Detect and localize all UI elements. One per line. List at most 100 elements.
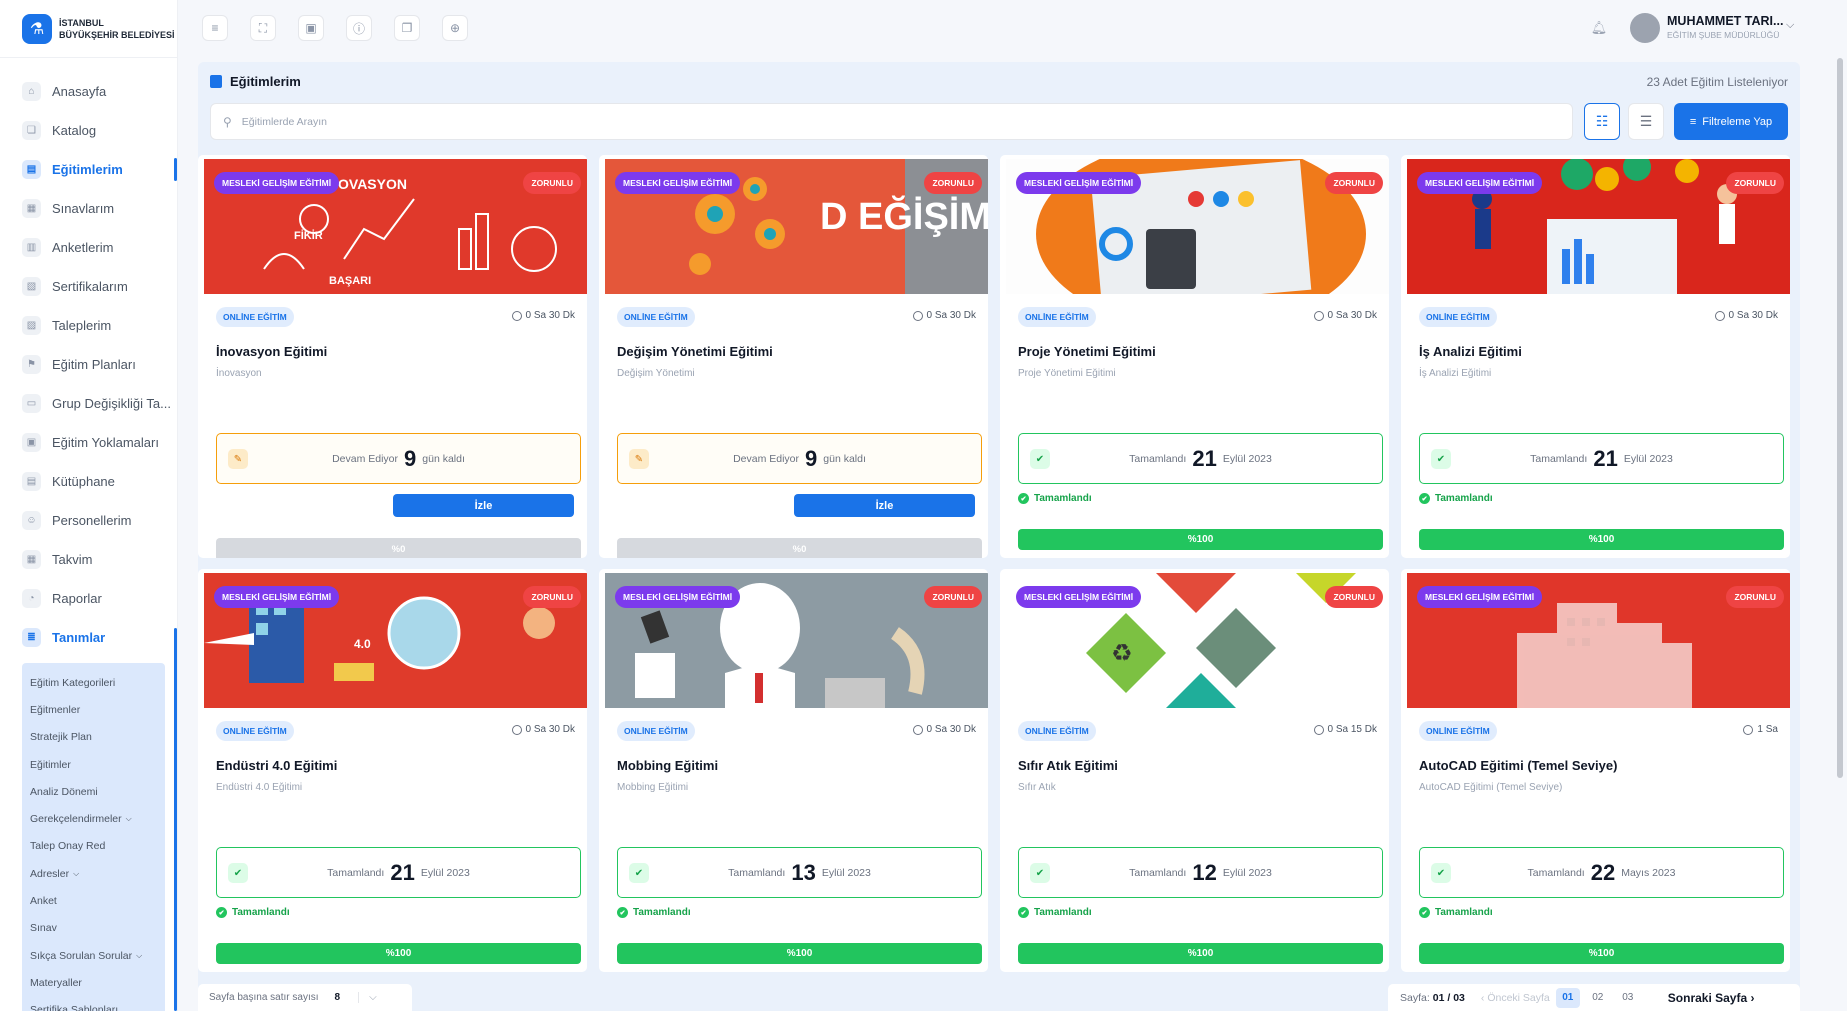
submenu-item-label: Eğitim Kategorileri (30, 676, 116, 689)
svg-text:♻: ♻ (1111, 639, 1133, 667)
page-button-3[interactable]: 03 (1616, 988, 1640, 1008)
sidebar-item-12[interactable]: ☺ Personellerim (0, 501, 177, 540)
submenu-item[interactable]: Eğitimler (30, 751, 165, 778)
copy-icon[interactable]: ❐ (394, 15, 420, 41)
training-subtitle: İnovasyon (216, 368, 262, 379)
submenu-item[interactable]: Analiz Dönemi (30, 778, 165, 805)
training-card[interactable]: İNOVASYON BAŞARI FİKİR MESLEKİ GELİŞİM EĞİT… (198, 155, 587, 558)
watch-button[interactable]: İzle (794, 494, 975, 517)
submenu-item[interactable]: Adresler ⌵ (30, 860, 165, 887)
screen-icon[interactable]: ▣ (298, 15, 324, 41)
training-card[interactable]: ♻ MESLEKİ GELİŞİM EĞİTİMİ ZORUNLU ONLİNE EĞ… (1000, 569, 1389, 972)
clock-icon (912, 310, 923, 321)
training-title[interactable]: AutoCAD Eğitimi (Temel Seviye) (1419, 758, 1617, 773)
training-card[interactable]: 4.0 MESLEKİ GELİŞİM EĞİTİMİ ZORUNLU ONLİNE … (198, 569, 587, 972)
collapse-sidebar-icon[interactable]: ≡ (202, 15, 228, 41)
training-title[interactable]: Sıfır Atık Eğitimi (1018, 758, 1118, 773)
svg-text:D EĞİŞİM: D EĞİŞİM (820, 194, 988, 238)
check-icon: ✔ (1018, 493, 1029, 504)
training-card[interactable]: MESLEKİ GELİŞİM EĞİTİMİ ZORUNLU ONLİNE EĞİ… (1000, 155, 1389, 558)
required-badge: ZORUNLU (523, 586, 581, 608)
submenu-item[interactable]: Stratejik Plan (30, 724, 165, 751)
user-name[interactable]: MUHAMMET TARI... (1667, 14, 1783, 28)
duration-text: 0 Sa 15 Dk (1327, 724, 1377, 735)
submenu-item[interactable]: Sertifika Şablonları (30, 997, 165, 1011)
sidebar-item-8[interactable]: ⚑ Eğitim Planları (0, 345, 177, 384)
pencil-icon: ✎ (629, 449, 649, 469)
submenu-item[interactable]: Sınav (30, 915, 165, 942)
avatar[interactable] (1630, 13, 1660, 43)
sidebar-item-4[interactable]: ▦ Sınavlarım (0, 189, 177, 228)
training-title[interactable]: İş Analizi Eğitimi (1419, 344, 1522, 359)
submenu-item[interactable]: Materyaller (30, 969, 165, 996)
submenu-item[interactable]: Talep Onay Red (30, 833, 165, 860)
sidebar-item-1[interactable]: ⌂ Anasayfa (0, 72, 177, 111)
training-title[interactable]: Proje Yönetimi Eğitimi (1018, 344, 1156, 359)
completed-indicator: ✔ Tamamlandı (1018, 907, 1092, 918)
rows-per-page-value[interactable]: 8 (335, 992, 341, 1003)
submenu-item[interactable]: Sıkça Sorulan Sorular ⌵ (30, 942, 165, 969)
org-logo[interactable]: ⚗ İSTANBUL BÜYÜKŞEHİR BELEDİYESİ (0, 0, 177, 58)
grid-view-button[interactable]: ☷ (1584, 103, 1620, 140)
sidebar-item-2[interactable]: ❏ Katalog (0, 111, 177, 150)
submenu-item[interactable]: Gerekçelendirmeler ⌵ (30, 805, 165, 832)
training-card[interactable]: D EĞİŞİM MESLEKİ GELİŞİM EĞİTİMİ ZORUNLU ON… (599, 155, 988, 558)
training-card[interactable]: MESLEKİ GELİŞİM EĞİTİMİ ZORUNLU ONLİNE EĞİ… (1401, 569, 1790, 972)
progress-bar: %100 (1419, 529, 1784, 550)
training-title[interactable]: İnovasyon Eğitimi (216, 344, 327, 359)
filter-button[interactable]: ≡ Filtreleme Yap (1674, 103, 1788, 140)
submenu-item[interactable]: Anket (30, 887, 165, 914)
training-title[interactable]: Mobbing Eğitimi (617, 758, 718, 773)
info-icon[interactable]: ⓘ (346, 15, 372, 41)
sidebar-item-11[interactable]: ▤ Kütüphane (0, 462, 177, 501)
completed-indicator: ✔ Tamamlandı (216, 907, 290, 918)
page-indicator: 01 / 03 (1432, 991, 1465, 1004)
progress-bar: %0 (216, 538, 581, 558)
training-card[interactable]: MESLEKİ GELİŞİM EĞİTİMİ ZORUNLU ONLİNE EĞİ… (599, 569, 988, 972)
sidebar-item-15[interactable]: ≣ Tanımlar (0, 618, 177, 657)
topbar: ≡ ⛶ ▣ ⓘ ❐ ⊕ 🔔︎ MUHAMMET TARI... EĞİTİM Ş… (178, 0, 1847, 58)
page-button-1[interactable]: 01 (1555, 987, 1580, 1008)
sidebar-item-14[interactable]: ◔ Raporlar (0, 579, 177, 618)
submenu-item[interactable]: Eğitmenler (30, 696, 165, 723)
search-input[interactable] (241, 115, 1442, 128)
sidebar-item-9[interactable]: ▭ Grup Değişikliği Ta... (0, 384, 177, 423)
training-subtitle: Değişim Yönetimi (617, 368, 695, 379)
fullscreen-icon[interactable]: ⛶ (250, 15, 276, 41)
completed-label: Tamamlandı (1034, 493, 1092, 504)
submenu-item[interactable]: Eğitim Kategorileri (30, 669, 165, 696)
status-suffix: Eylül 2023 (1222, 452, 1272, 465)
previous-page-button[interactable]: ‹ Önceki Sayfa (1481, 992, 1550, 1004)
completed-label: Tamamlandı (1435, 907, 1493, 918)
status-box: ✔ Tamamlandı 21 Eylül 2023 (216, 847, 581, 898)
sidebar-item-5[interactable]: ▥ Anketlerim (0, 228, 177, 267)
sidebar-item-13[interactable]: ▦ Takvim (0, 540, 177, 579)
notification-bell-icon[interactable]: 🔔︎ (1586, 15, 1612, 41)
add-circle-icon[interactable]: ⊕ (442, 15, 468, 41)
chevron-down-icon[interactable]: ⌵ (358, 992, 377, 1003)
sidebar-item-7[interactable]: ▨ Taleplerim (0, 306, 177, 345)
duration: 0 Sa 30 Dk (1313, 310, 1377, 321)
check-circle-icon: ✔ (1431, 863, 1451, 883)
page-button-2[interactable]: 02 (1586, 988, 1610, 1008)
status-label: Devam Ediyor (733, 452, 800, 465)
watch-button[interactable]: İzle (393, 494, 574, 517)
sidebar-item-3[interactable]: ▤ Eğitimlerim (0, 150, 177, 189)
check-circle-icon: ✔ (1431, 449, 1451, 469)
check-icon: ✔ (1018, 907, 1029, 918)
search-box[interactable]: ⚲ (210, 103, 1573, 140)
status-box: ✎ Devam Ediyor 9 gün kaldı (216, 433, 581, 484)
training-title[interactable]: Değişim Yönetimi Eğitimi (617, 344, 773, 359)
category-badge: MESLEKİ GELİŞİM EĞİTİMİ (615, 172, 741, 194)
sidebar-item-icon: ▤ (22, 472, 41, 491)
list-view-button[interactable]: ☰ (1628, 103, 1664, 140)
training-title[interactable]: Endüstri 4.0 Eğitimi (216, 758, 337, 773)
chevron-down-icon[interactable]: ⌵ (1786, 19, 1794, 32)
training-card[interactable]: MESLEKİ GELİŞİM EĞİTİMİ ZORUNLU ONLİNE EĞİ… (1401, 155, 1790, 558)
sidebar-item-6[interactable]: ▧ Sertifikalarım (0, 267, 177, 306)
sidebar-item-10[interactable]: ▣ Eğitim Yoklamaları (0, 423, 177, 462)
scrollbar-thumb[interactable] (1837, 58, 1843, 778)
next-page-button[interactable]: Sonraki Sayfa › (1668, 991, 1755, 1005)
sidebar-item-icon: ⚑ (22, 355, 41, 374)
active-section-indicator (174, 628, 177, 1011)
